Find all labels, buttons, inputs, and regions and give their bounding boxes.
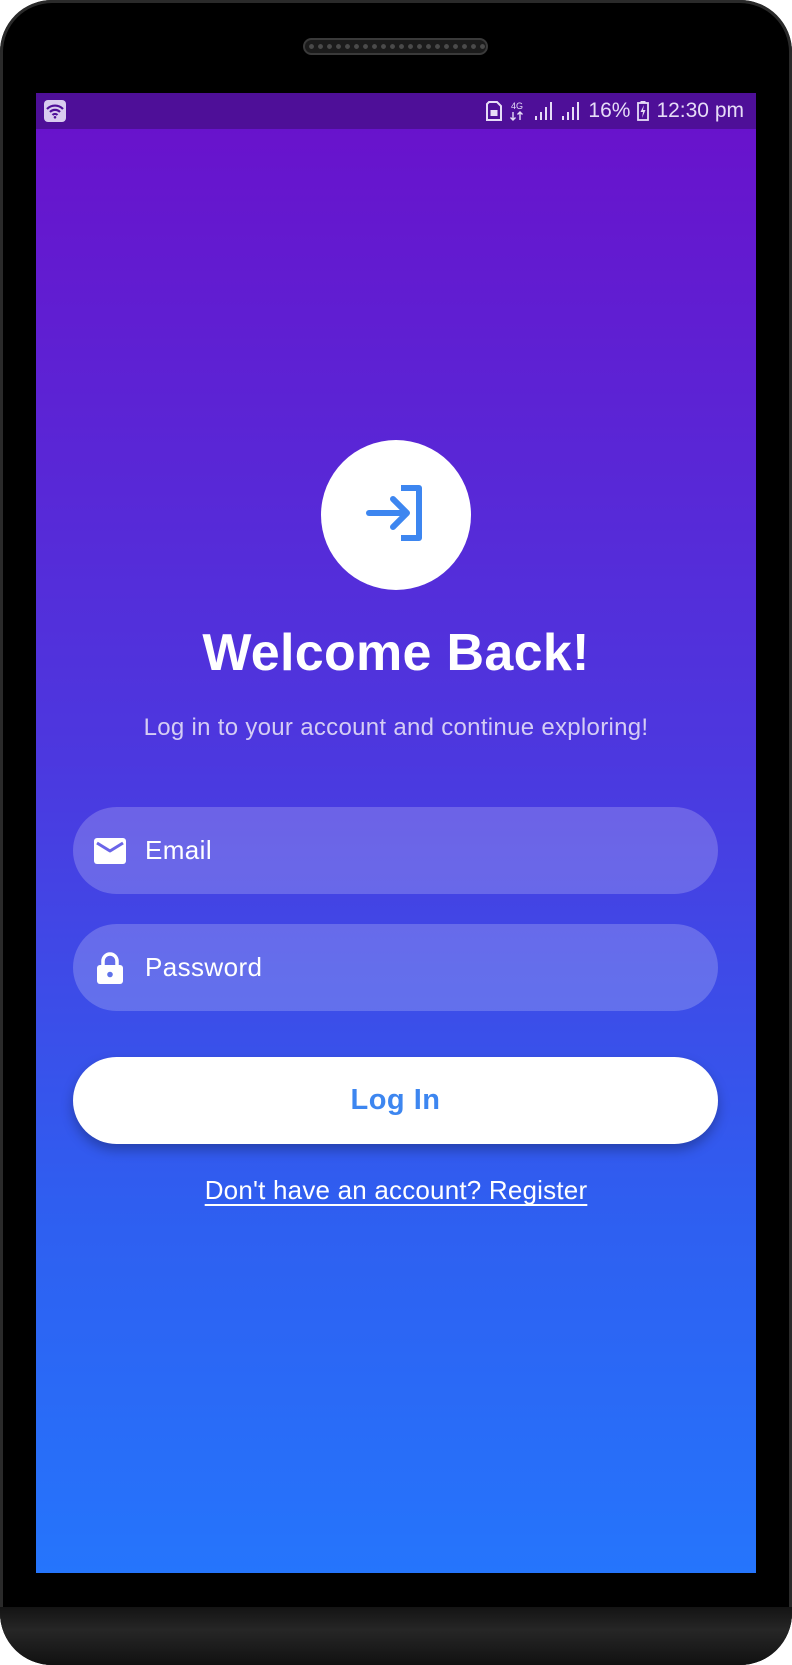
clock-time: 12:30 pm bbox=[656, 99, 744, 122]
sim-card-icon bbox=[486, 101, 503, 121]
register-link-container: Don't have an account? Register bbox=[36, 1175, 756, 1206]
network-4g-icon: 4G bbox=[509, 100, 527, 122]
page-subtitle: Log in to your account and continue expl… bbox=[143, 714, 649, 741]
register-link[interactable]: Don't have an account? Register bbox=[205, 1175, 588, 1205]
signal-strength-icon-1 bbox=[534, 101, 554, 121]
battery-percent: 16% bbox=[588, 99, 631, 122]
status-bar: 4G 16% 12:30 pm bbox=[36, 93, 756, 129]
network-type-text: 4G bbox=[511, 101, 523, 111]
lock-icon bbox=[93, 951, 127, 985]
phone-frame: 4G 16% 12:30 pm Welcome Back! Log in to … bbox=[0, 0, 792, 1665]
password-input[interactable] bbox=[145, 952, 685, 983]
mail-icon bbox=[93, 834, 127, 868]
page-title: Welcome Back! bbox=[202, 624, 590, 682]
login-arrow-icon bbox=[363, 480, 429, 551]
phone-speaker bbox=[303, 38, 488, 55]
app-screen: 4G 16% 12:30 pm Welcome Back! Log in to … bbox=[36, 93, 756, 1573]
password-field[interactable] bbox=[73, 924, 718, 1011]
wifi-hotspot-icon bbox=[44, 100, 66, 122]
signal-strength-icon-2 bbox=[561, 101, 581, 121]
phone-chin bbox=[0, 1607, 792, 1665]
login-button[interactable]: Log In bbox=[73, 1057, 718, 1144]
email-field[interactable] bbox=[73, 807, 718, 894]
email-input[interactable] bbox=[145, 835, 685, 866]
battery-charging-icon bbox=[637, 101, 650, 121]
login-hero-badge bbox=[321, 440, 471, 590]
